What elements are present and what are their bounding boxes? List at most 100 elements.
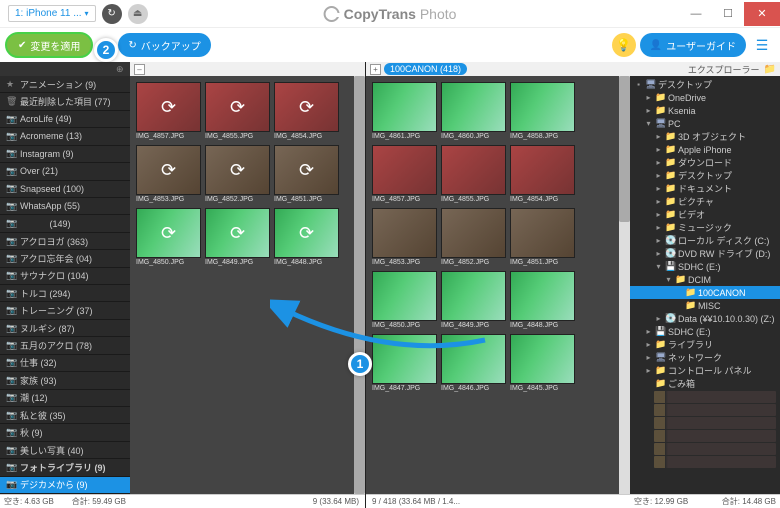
album-item[interactable]: 📷WhatsApp (55) <box>0 198 130 215</box>
tree-item[interactable]: ▸📁デスクトップ <box>630 169 780 182</box>
menu-button[interactable]: ☰ <box>750 33 774 57</box>
album-item[interactable]: 📷美しい写真 (40) <box>0 442 130 459</box>
album-item[interactable]: 📷Acromeme (13) <box>0 128 130 145</box>
folder-tree[interactable]: ▪🖥デスクトップ▸📁OneDrive▸📁Ksenia▾🖥PC▸📁3D オブジェク… <box>630 76 780 494</box>
thumbnail[interactable]: IMG_4847.JPG <box>372 334 437 393</box>
tree-item[interactable]: ▸📁3D オブジェクト <box>630 130 780 143</box>
album-item[interactable]: 📷AcroLife (49) <box>0 111 130 128</box>
thumbnail[interactable]: IMG_4846.JPG <box>441 334 506 393</box>
expand-icon[interactable]: ▸ <box>654 197 663 206</box>
tree-item[interactable]: ▸📁ドキュメント <box>630 182 780 195</box>
expand-icon[interactable]: ▸ <box>654 223 663 232</box>
thumbnail[interactable]: ⟳IMG_4852.JPG <box>205 145 270 204</box>
album-item[interactable]: 📷ヌルギシ (87) <box>0 320 130 337</box>
expand-icon[interactable]: ▸ <box>644 366 653 375</box>
album-item[interactable]: 📷トルコ (294) <box>0 285 130 302</box>
backup-button[interactable]: ↻ バックアップ <box>118 33 210 57</box>
thumbnail[interactable]: IMG_4858.JPG <box>510 82 575 141</box>
tree-item[interactable]: ▸💽DVD RW ドライブ (D:) <box>630 247 780 260</box>
album-item[interactable]: 📷家族 (93) <box>0 372 130 389</box>
tree-item[interactable]: ▸🖥ネットワーク <box>630 351 780 364</box>
thumbnail[interactable]: ⟳IMG_4854.JPG <box>274 82 339 141</box>
folder-icon[interactable]: 📁 <box>764 64 776 75</box>
tree-item[interactable]: ▸📁コントロール パネル <box>630 364 780 377</box>
source-thumb-grid[interactable]: IMG_4861.JPGIMG_4860.JPGIMG_4858.JPGIMG_… <box>366 76 581 494</box>
album-item[interactable]: 📷Snapseed (100) <box>0 181 130 198</box>
device-selector[interactable]: 1: iPhone 11 ... ▾ <box>8 5 96 22</box>
expand-icon[interactable]: ▸ <box>654 210 663 219</box>
expand-icon[interactable]: ▸ <box>654 236 663 245</box>
refresh-button[interactable]: ↻ <box>102 4 122 24</box>
expand-icon[interactable]: ▸ <box>644 106 653 115</box>
album-item[interactable]: 📷アクロヨガ (363) <box>0 233 130 250</box>
scrollbar[interactable] <box>619 76 630 494</box>
tree-item[interactable]: 📁100CANON <box>630 286 780 299</box>
maximize-button[interactable]: ☐ <box>712 2 744 26</box>
device-thumb-grid[interactable]: ⟳IMG_4857.JPG⟳IMG_4855.JPG⟳IMG_4854.JPG⟳… <box>130 76 345 494</box>
thumbnail[interactable]: ⟳IMG_4855.JPG <box>205 82 270 141</box>
expand-icon[interactable]: ▸ <box>654 249 663 258</box>
tree-toggle-button[interactable]: – <box>134 64 145 75</box>
tree-item[interactable]: ▾💾SDHC (E:) <box>630 260 780 273</box>
expand-icon[interactable]: ▪ <box>634 80 643 89</box>
thumbnail[interactable]: IMG_4849.JPG <box>441 271 506 330</box>
album-item[interactable]: 📷Over (21) <box>0 163 130 180</box>
album-item[interactable]: 📷五月のアクロ (78) <box>0 337 130 354</box>
album-item[interactable]: 📷仕事 (32) <box>0 355 130 372</box>
album-item[interactable]: 📷アクロ忘年会 (04) <box>0 250 130 267</box>
thumbnail[interactable]: ⟳IMG_4850.JPG <box>136 208 201 267</box>
album-item[interactable]: 📷デジカメから (9) <box>0 477 130 494</box>
album-item[interactable]: 📷秋 (9) <box>0 424 130 441</box>
tree-item[interactable]: 📁MISC <box>630 299 780 312</box>
tree-item[interactable]: ▸📁ビデオ <box>630 208 780 221</box>
userguide-button[interactable]: 👤 ユーザーガイド <box>640 33 746 57</box>
expand-icon[interactable]: ▸ <box>644 340 653 349</box>
album-item[interactable]: 🗑最近削除した項目 (77) <box>0 93 130 110</box>
thumbnail[interactable]: ⟳IMG_4851.JPG <box>274 145 339 204</box>
tree-item[interactable]: 📁ごみ箱 <box>630 377 780 390</box>
tree-item[interactable]: ▸📁ライブラリ <box>630 338 780 351</box>
close-button[interactable]: ✕ <box>744 2 780 26</box>
tips-button[interactable]: 💡 <box>612 33 636 57</box>
expand-icon[interactable]: ▸ <box>654 184 663 193</box>
album-item[interactable]: 📷サウナクロ (104) <box>0 268 130 285</box>
expand-icon[interactable]: ▸ <box>644 353 653 362</box>
thumbnail[interactable]: IMG_4861.JPG <box>372 82 437 141</box>
tree-item[interactable]: ▸📁ピクチャ <box>630 195 780 208</box>
expand-icon[interactable]: ▸ <box>654 158 663 167</box>
breadcrumb-badge[interactable]: 100CANON (418) <box>384 63 467 75</box>
expand-icon[interactable]: ▾ <box>644 119 653 128</box>
tree-item[interactable]: ▸📁OneDrive <box>630 91 780 104</box>
album-item[interactable]: 📷トレーニング (37) <box>0 302 130 319</box>
album-item[interactable]: 📷Instagram (9) <box>0 146 130 163</box>
tree-item[interactable]: ▸💽ローカル ディスク (C:) <box>630 234 780 247</box>
thumbnail[interactable]: IMG_4857.JPG <box>372 145 437 204</box>
thumbnail[interactable]: ⟳IMG_4848.JPG <box>274 208 339 267</box>
expand-icon[interactable]: ▸ <box>654 314 663 323</box>
tree-item[interactable]: ▪🖥デスクトップ <box>630 78 780 91</box>
thumbnail[interactable]: IMG_4850.JPG <box>372 271 437 330</box>
expand-icon[interactable]: ▸ <box>644 327 653 336</box>
album-item[interactable]: 📷潮 (12) <box>0 390 130 407</box>
thumbnail[interactable]: IMG_4854.JPG <box>510 145 575 204</box>
tree-toggle-button[interactable]: + <box>370 64 381 75</box>
apply-changes-button[interactable]: ✔ 変更を適用 <box>6 33 92 57</box>
minimize-button[interactable]: — <box>680 2 712 26</box>
album-list[interactable]: ★アニメーション (9)🗑最近削除した項目 (77)📷AcroLife (49)… <box>0 76 130 494</box>
add-icon[interactable]: ⊕ <box>116 64 126 74</box>
expand-icon[interactable]: ▸ <box>654 145 663 154</box>
album-item[interactable]: ★アニメーション (9) <box>0 76 130 93</box>
thumbnail[interactable]: IMG_4860.JPG <box>441 82 506 141</box>
expand-icon[interactable]: ▸ <box>654 171 663 180</box>
expand-icon[interactable]: ▾ <box>654 262 663 271</box>
album-item[interactable]: 📷私と彼 (35) <box>0 407 130 424</box>
thumbnail[interactable]: ⟳IMG_4853.JPG <box>136 145 201 204</box>
thumbnail[interactable]: ⟳IMG_4849.JPG <box>205 208 270 267</box>
tree-item[interactable]: ▾🖥PC <box>630 117 780 130</box>
tree-item[interactable]: ▾📁DCIM <box>630 273 780 286</box>
tree-item[interactable]: ▸💽Data (¥¥10.10.0.30) (Z:) <box>630 312 780 325</box>
thumbnail[interactable]: ⟳IMG_4857.JPG <box>136 82 201 141</box>
scrollbar[interactable] <box>354 76 365 494</box>
thumbnail[interactable]: IMG_4851.JPG <box>510 208 575 267</box>
expand-icon[interactable]: ▸ <box>644 93 653 102</box>
